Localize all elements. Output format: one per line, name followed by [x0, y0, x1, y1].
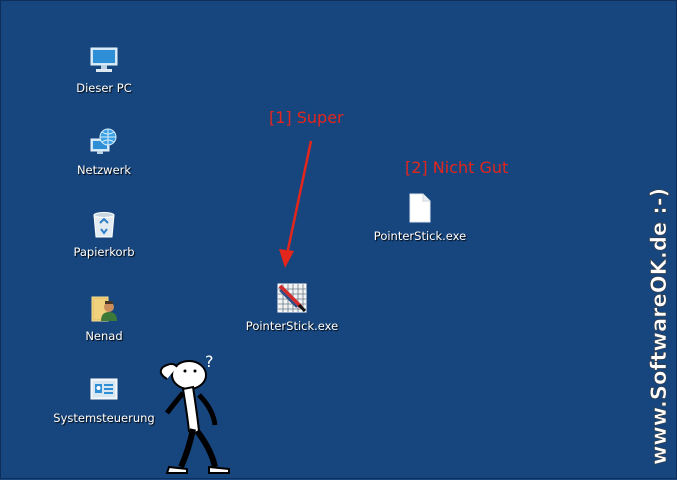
- icon-label: PointerStick.exe: [373, 229, 467, 243]
- network-globe-icon: [87, 125, 121, 159]
- watermark-text: www.SoftwareOK.de :-): [647, 188, 671, 465]
- pointerstick-app-icon: [275, 281, 309, 315]
- desktop-icon-this-pc[interactable]: Dieser PC: [56, 43, 152, 113]
- annotation-bad: [2] Nicht Gut: [405, 158, 509, 177]
- desktop-icon-pointerstick-bad[interactable]: PointerStick.exe: [372, 191, 468, 261]
- desktop-icon-network[interactable]: Netzwerk: [56, 125, 152, 195]
- question-mark: ?: [205, 353, 214, 371]
- thinking-stickman-illustration: ?: [159, 353, 230, 474]
- annotation-good: [1] Super: [269, 108, 344, 127]
- icon-label: Netzwerk: [76, 163, 132, 177]
- icon-label: Systemsteuerung: [53, 411, 155, 425]
- monitor-icon: [87, 43, 121, 77]
- desktop-icon-user-folder[interactable]: Nenad: [56, 291, 152, 361]
- desktop: Dieser PC Netzwerk Papierkorb Nenad Syst…: [0, 0, 677, 479]
- desktop-icon-pointerstick-good[interactable]: PointerStick.exe: [244, 281, 340, 351]
- icon-label: Dieser PC: [76, 81, 132, 95]
- control-panel-icon: [87, 373, 121, 407]
- icon-label: Nenad: [85, 329, 123, 343]
- softwareok-watermark: www.SoftwareOK.de :-): [647, 188, 672, 466]
- recycle-bin-icon: [87, 207, 121, 241]
- desktop-icon-recycle-bin[interactable]: Papierkorb: [56, 207, 152, 277]
- icon-label: Papierkorb: [73, 245, 135, 259]
- desktop-icon-control-panel[interactable]: Systemsteuerung: [53, 373, 155, 443]
- user-folder-icon: [87, 291, 121, 325]
- icon-label: PointerStick.exe: [245, 319, 339, 333]
- blank-file-icon: [403, 191, 437, 225]
